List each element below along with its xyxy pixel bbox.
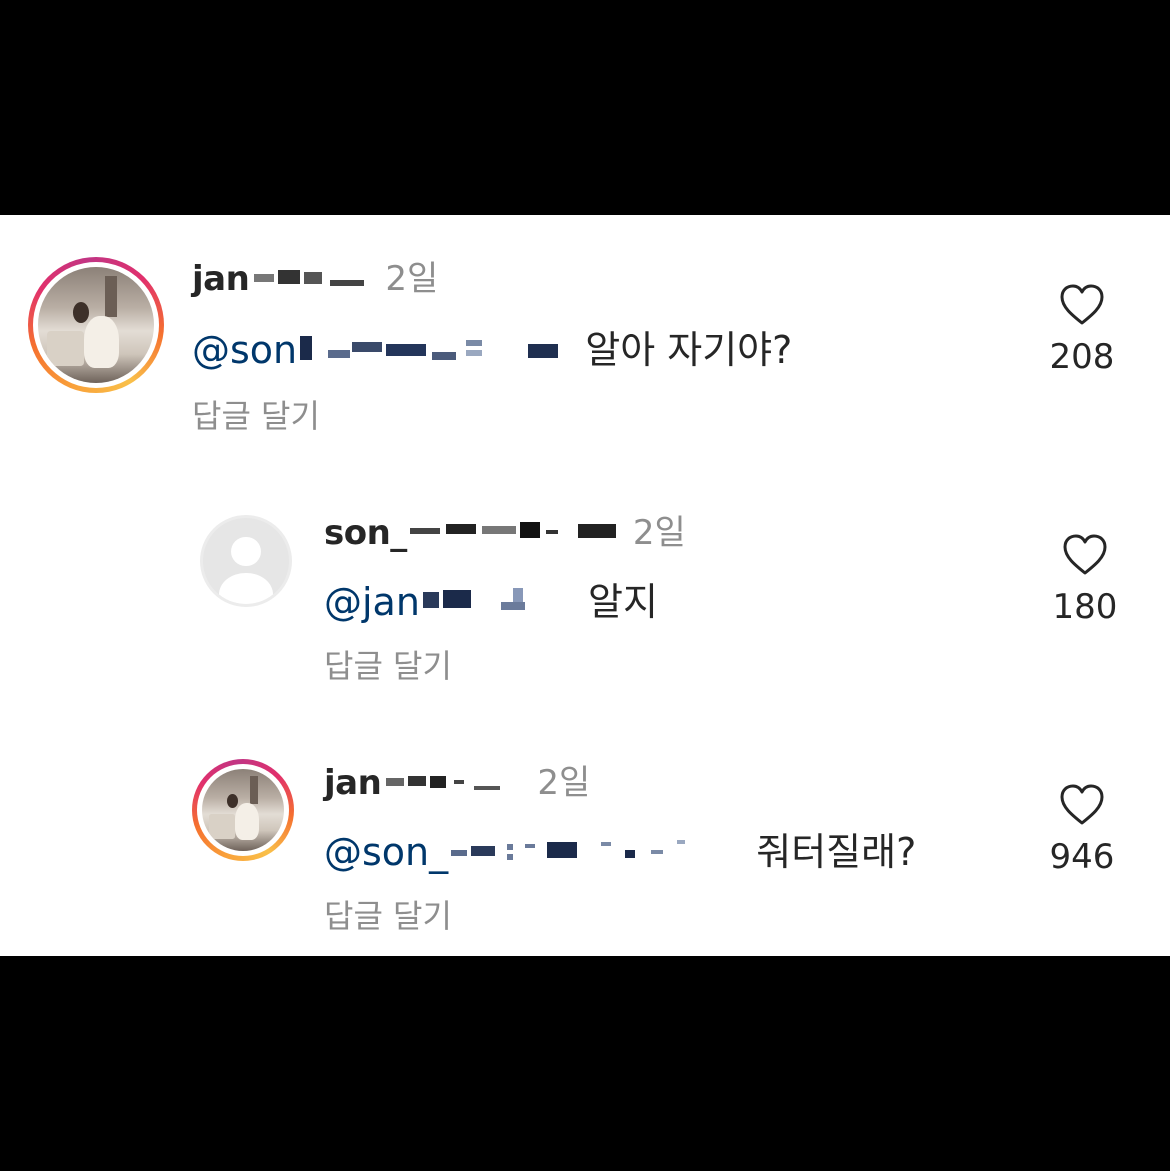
comment-thread: jan 2일 @son 알아 자기야? 답글 달기 208 son_ 2일 @jan…: [0, 215, 1170, 956]
comment-3: jan 2일 @son_ 줘터질래? 답글 달기 946: [0, 715, 1170, 945]
username[interactable]: son_: [324, 513, 407, 553]
comment-text: 알지: [588, 580, 658, 624]
comment-meta: son_ 2일: [324, 505, 686, 555]
comment-body: @son_ 줘터질래?: [324, 821, 916, 877]
comment-meta: jan 2일: [192, 251, 438, 301]
comment-body: @son 알아 자기야?: [192, 319, 792, 375]
username[interactable]: jan: [192, 259, 250, 299]
comment-1: jan 2일 @son 알아 자기야? 답글 달기 208: [0, 215, 1170, 445]
redacted-text: [409, 515, 620, 555]
comment-time: 2일: [632, 513, 686, 553]
comment-time: 2일: [537, 763, 591, 803]
mention-link[interactable]: @jan: [324, 580, 420, 624]
like-control: 180: [1040, 533, 1130, 627]
comment-meta: jan 2일: [324, 755, 590, 805]
comment-body: @jan 알지: [324, 571, 658, 627]
like-count: 208: [1049, 337, 1115, 377]
redacted-text: [300, 330, 570, 375]
reply-button[interactable]: 답글 달기: [324, 641, 452, 687]
like-control: 208: [1037, 283, 1127, 377]
redacted-text: [451, 832, 741, 877]
like-count: 180: [1052, 587, 1118, 627]
user-avatar[interactable]: [192, 759, 294, 861]
redacted-text: [422, 582, 573, 627]
heart-outline-icon[interactable]: [1058, 783, 1106, 827]
heart-outline-icon[interactable]: [1058, 283, 1106, 327]
comment-time: 2일: [385, 259, 439, 299]
comment-text: 줘터질래?: [756, 830, 917, 874]
reply-button[interactable]: 답글 달기: [324, 891, 452, 937]
like-control: 946: [1037, 783, 1127, 877]
mention-link[interactable]: @son_: [324, 830, 448, 874]
mention-link[interactable]: @son: [192, 328, 297, 372]
user-avatar[interactable]: [200, 515, 292, 607]
user-avatar[interactable]: [28, 257, 164, 393]
username[interactable]: jan: [324, 763, 382, 803]
like-count: 946: [1049, 837, 1115, 877]
comment-2: son_ 2일 @jan 알지 답글 달기 180: [0, 465, 1170, 695]
redacted-text: [384, 765, 524, 805]
comment-text: 알아 자기야?: [585, 328, 793, 372]
heart-outline-icon[interactable]: [1061, 533, 1109, 577]
reply-button[interactable]: 답글 달기: [192, 391, 320, 437]
redacted-text: [252, 261, 372, 301]
